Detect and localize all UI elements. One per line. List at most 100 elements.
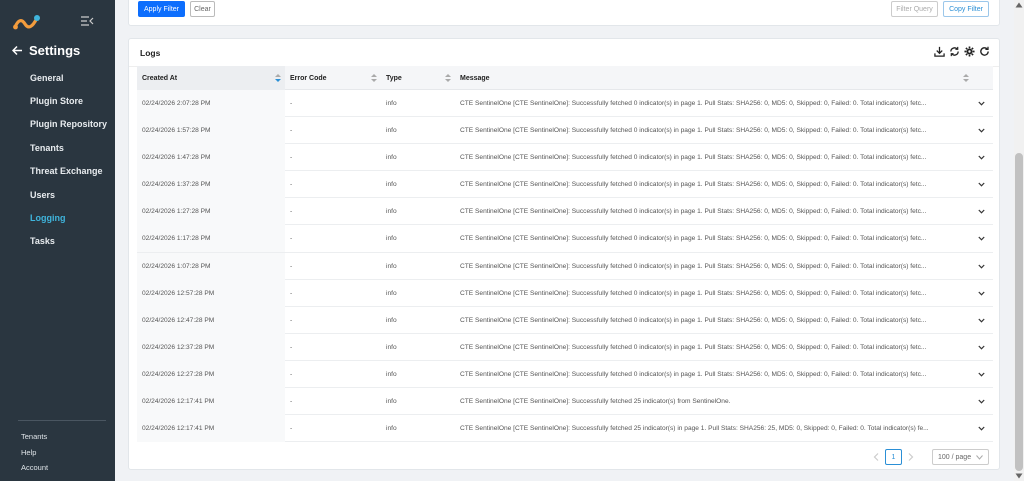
sidebar-item-logging[interactable]: Logging — [0, 206, 115, 229]
column-header-type[interactable]: Type — [381, 66, 455, 90]
cell-type: info — [386, 127, 397, 135]
cell-created-at: 02/24/2026 1:57:28 PM — [137, 117, 285, 145]
sidebar-bottom-nav: Tenants Help Account — [21, 429, 48, 476]
column-label: Error Code — [290, 74, 327, 82]
table-row[interactable]: 02/24/2026 1:17:28 PM - info CTE SentinelOn… — [137, 225, 993, 253]
expand-row-icon[interactable] — [978, 398, 985, 405]
apply-filter-button[interactable]: Apply Filter — [138, 1, 185, 17]
expand-row-icon[interactable] — [978, 263, 985, 270]
cell-message: CTE SentinelOne [CTE SentinelOne]: Succe… — [460, 370, 927, 378]
scroll-down-icon[interactable] — [1015, 473, 1023, 479]
clear-button[interactable]: Clear — [190, 1, 215, 17]
page-size-select[interactable]: 100 / page — [932, 449, 989, 465]
sort-icon[interactable] — [275, 74, 281, 82]
sort-icon[interactable] — [963, 74, 969, 82]
cell-type: info — [386, 425, 397, 433]
expand-row-icon[interactable] — [978, 154, 985, 161]
filter-query-button[interactable]: Filter Query — [891, 1, 938, 17]
refresh-icon[interactable] — [979, 46, 990, 57]
sidebar-item-threat-exchange[interactable]: Threat Exchange — [0, 160, 115, 183]
cell-type: info — [386, 208, 397, 216]
table-row[interactable]: 02/24/2026 2:07:28 PM - info CTE SentinelOn… — [137, 90, 993, 118]
bottom-item-help[interactable]: Help — [21, 445, 48, 461]
cell-error-code: - — [290, 235, 293, 243]
cell-type: info — [386, 316, 397, 324]
cell-error-code: - — [290, 289, 293, 297]
table-row[interactable]: 02/24/2026 12:17:41 PM - info CTE SentinelO… — [137, 388, 993, 416]
expand-row-icon[interactable] — [978, 208, 985, 215]
cell-message: CTE SentinelOne [CTE SentinelOne]: Succe… — [460, 262, 927, 270]
expand-row-icon[interactable] — [978, 181, 985, 188]
table-row[interactable]: 02/24/2026 1:57:28 PM - info CTE SentinelOn… — [137, 117, 993, 145]
prev-page-icon[interactable] — [873, 453, 879, 461]
table-row[interactable]: 02/24/2026 12:57:28 PM - info CTE SentinelO… — [137, 279, 993, 307]
settings-title: Settings — [29, 43, 81, 58]
cell-message: CTE SentinelOne [CTE SentinelOne]: Succe… — [460, 343, 927, 351]
expand-row-icon[interactable] — [978, 235, 985, 242]
logs-table: Created At Error Code Type Message 02/24… — [137, 66, 993, 443]
expand-row-icon[interactable] — [978, 317, 985, 324]
cell-error-code: - — [290, 181, 293, 189]
sort-icon[interactable] — [445, 74, 451, 82]
expand-row-icon[interactable] — [978, 344, 985, 351]
table-body: 02/24/2026 2:07:28 PM - info CTE SentinelOn… — [137, 90, 993, 443]
cell-error-code: - — [290, 100, 293, 107]
sidebar-item-plugin-repository[interactable]: Plugin Repository — [0, 113, 115, 136]
page-scrollbar-thumb[interactable] — [1015, 153, 1023, 471]
expand-row-icon[interactable] — [978, 100, 985, 107]
expand-row-icon[interactable] — [978, 127, 985, 134]
bottom-item-account[interactable]: Account — [21, 460, 48, 476]
table-row[interactable]: 02/24/2026 1:27:28 PM - info CTE SentinelOn… — [137, 198, 993, 226]
next-page-icon[interactable] — [908, 453, 914, 461]
sort-icon[interactable] — [371, 74, 377, 82]
copy-filter-button[interactable]: Copy Filter — [943, 1, 989, 17]
column-header-error-code[interactable]: Error Code — [285, 66, 381, 90]
table-row[interactable]: 02/24/2026 1:07:28 PM - info CTE SentinelOn… — [137, 252, 993, 280]
cell-message: CTE SentinelOne [CTE SentinelOne]: Succe… — [460, 154, 927, 162]
cell-created-at: 02/24/2026 12:57:28 PM — [137, 279, 285, 307]
collapse-sidebar-icon[interactable] — [80, 14, 94, 28]
expand-row-icon[interactable] — [978, 425, 985, 432]
sidebar-item-tenants[interactable]: Tenants — [0, 136, 115, 159]
cell-error-code: - — [290, 398, 293, 406]
table-row[interactable]: 02/24/2026 12:17:41 PM - info CTE SentinelO… — [137, 415, 993, 443]
cell-type: info — [386, 154, 397, 162]
cell-type: info — [386, 343, 397, 351]
expand-row-icon[interactable] — [978, 371, 985, 378]
cell-created-at: 02/24/2026 2:07:28 PM — [137, 90, 285, 117]
column-header-message[interactable]: Message — [455, 66, 973, 90]
page-size-value: 100 / page — [938, 453, 972, 461]
cell-message: CTE SentinelOne [CTE SentinelOne]: Succe… — [460, 181, 927, 189]
cell-created-at: 02/24/2026 1:47:28 PM — [137, 144, 285, 172]
table-row[interactable]: 02/24/2026 1:47:28 PM - info CTE SentinelOn… — [137, 144, 993, 172]
sidebar-item-users[interactable]: Users — [0, 183, 115, 206]
cell-message: CTE SentinelOne [CTE SentinelOne]: Succe… — [460, 208, 927, 216]
cell-type: info — [386, 262, 397, 270]
table-row[interactable]: 02/24/2026 1:37:28 PM - info CTE SentinelOn… — [137, 171, 993, 199]
scroll-up-icon[interactable] — [1015, 2, 1023, 8]
column-header-created-at[interactable]: Created At — [137, 66, 285, 90]
sidebar-item-general[interactable]: General — [0, 66, 115, 89]
cell-message: CTE SentinelOne [CTE SentinelOne]: Succe… — [460, 316, 927, 324]
settings-back-link[interactable]: Settings — [12, 43, 80, 58]
cell-message: CTE SentinelOne [CTE SentinelOne]: Succe… — [460, 127, 927, 135]
cell-type: info — [386, 289, 397, 297]
page-number-current[interactable]: 1 — [885, 449, 902, 465]
sidebar-item-plugin-store[interactable]: Plugin Store — [0, 89, 115, 112]
cell-error-code: - — [290, 343, 293, 351]
bottom-item-tenants[interactable]: Tenants — [21, 429, 48, 445]
table-row[interactable]: 02/24/2026 12:47:28 PM - info CTE SentinelO… — [137, 306, 993, 334]
gear-icon[interactable] — [964, 46, 975, 57]
settings-nav: General Plugin Store Plugin Repository T… — [0, 66, 115, 253]
cell-created-at: 02/24/2026 12:17:41 PM — [137, 388, 285, 416]
app-logo-icon[interactable] — [12, 12, 42, 32]
filter-bar: Apply Filter Clear Filter Query Copy Fil… — [128, 0, 1000, 26]
cell-created-at: 02/24/2026 1:07:28 PM — [137, 252, 285, 280]
sync-icon[interactable] — [949, 46, 960, 57]
sidebar-item-tasks[interactable]: Tasks — [0, 230, 115, 253]
expand-row-icon[interactable] — [978, 290, 985, 297]
table-row[interactable]: 02/24/2026 12:27:28 PM - info CTE SentinelO… — [137, 360, 993, 389]
table-row[interactable]: 02/24/2026 12:37:28 PM - info CTE SentinelO… — [137, 333, 993, 361]
cell-created-at: 02/24/2026 12:17:41 PM — [137, 415, 285, 443]
download-icon[interactable] — [934, 46, 945, 57]
